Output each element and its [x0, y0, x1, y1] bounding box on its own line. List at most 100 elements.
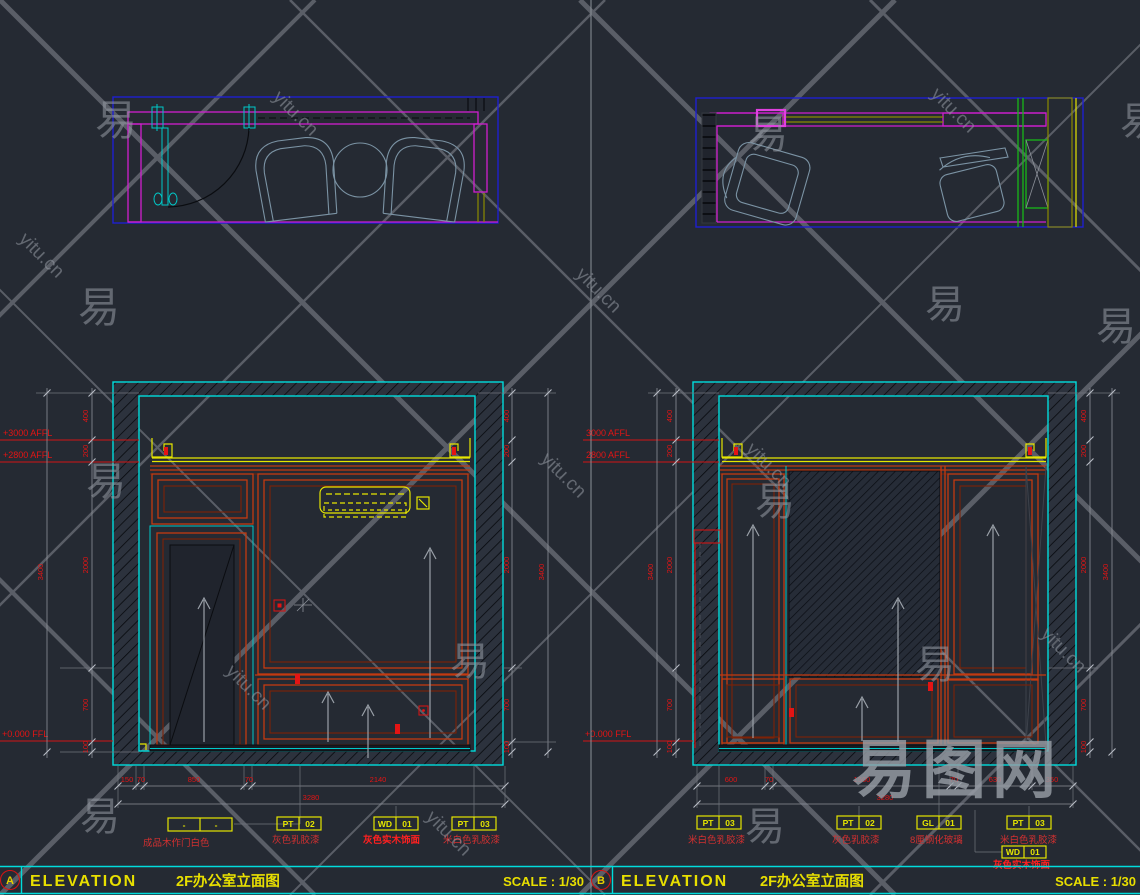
- svg-text:3400: 3400: [537, 564, 546, 581]
- svg-text:成品木作门白色: 成品木作门白色: [143, 837, 210, 849]
- svg-text:3400: 3400: [646, 564, 655, 581]
- svg-text:70: 70: [245, 775, 253, 784]
- drawing-title: 2F办公室立面图: [760, 872, 864, 890]
- tag-pt03-right: PT 03 米白色乳胶漆: [1000, 816, 1058, 846]
- svg-text:易: 易: [745, 805, 785, 849]
- level-2800: +2800 AFFL: [3, 450, 52, 460]
- svg-text:100: 100: [81, 741, 90, 754]
- tag-pt03: PT 03 米白色乳胶漆: [688, 816, 746, 846]
- level-3000: 3000 AFFL: [586, 428, 630, 438]
- drawing-title: 2F办公室立面图: [176, 872, 280, 890]
- svg-text:yitu.cn: yitu.cn: [926, 84, 980, 138]
- svg-text:WD: WD: [378, 819, 392, 829]
- svg-text:700: 700: [81, 699, 90, 712]
- svg-text:400: 400: [1079, 410, 1088, 423]
- svg-text:-: -: [215, 820, 218, 830]
- armchair-icon: [253, 135, 340, 223]
- tag-door: - - 成品木作门白色: [143, 818, 232, 849]
- tag-pt02: PT 02 灰色乳胶漆: [832, 816, 881, 846]
- door-frame-icon: [152, 104, 255, 131]
- svg-text:易: 易: [1096, 305, 1136, 349]
- svg-text:200: 200: [665, 445, 674, 458]
- svg-text:70: 70: [137, 775, 145, 784]
- svg-text:700: 700: [1079, 699, 1088, 712]
- svg-text:易: 易: [86, 460, 126, 504]
- cad-viewport: +3000 AFFL +2800 AFFL +0.000 FFL: [0, 0, 1140, 895]
- ac-unit-icon: [320, 487, 429, 517]
- armchair-icon: [380, 135, 467, 223]
- wm-site: yitu.cn: [268, 87, 322, 141]
- svg-text:2000: 2000: [502, 557, 511, 574]
- svg-text:易: 易: [78, 284, 120, 331]
- scale-label: SCALE : 1/30: [1055, 874, 1136, 889]
- svg-text:易: 易: [915, 643, 955, 687]
- wm-mark: 易: [95, 97, 137, 144]
- svg-text:02: 02: [305, 819, 315, 829]
- svg-text:3280: 3280: [303, 793, 320, 802]
- svg-text:2000: 2000: [665, 557, 674, 574]
- svg-text:易: 易: [748, 113, 788, 157]
- desk-edge-icon: [940, 148, 1008, 167]
- svg-text:易: 易: [450, 640, 490, 684]
- level-floor: +0.000 FFL: [585, 729, 631, 739]
- svg-text:米白色乳胶漆: 米白色乳胶漆: [688, 834, 746, 846]
- svg-text:700: 700: [665, 699, 674, 712]
- svg-text:易: 易: [1120, 100, 1140, 144]
- svg-text:灰色乳胶漆: 灰色乳胶漆: [272, 834, 320, 846]
- svg-text:01: 01: [945, 818, 955, 828]
- svg-text:150: 150: [121, 775, 134, 784]
- svg-text:400: 400: [81, 410, 90, 423]
- direction-arrow-icon: [987, 525, 999, 672]
- svg-text:200: 200: [502, 445, 511, 458]
- svg-text:PT: PT: [458, 819, 470, 829]
- section-letter: B: [597, 875, 605, 887]
- svg-text:-: -: [183, 820, 186, 830]
- svg-text:03: 03: [480, 819, 490, 829]
- transom-panel: [152, 474, 253, 524]
- tag-wd01: WD 01 灰色实木饰面: [363, 817, 421, 846]
- svg-text:GL: GL: [922, 818, 934, 828]
- svg-text:米白色乳胶漆: 米白色乳胶漆: [1000, 834, 1058, 846]
- svg-text:850: 850: [188, 775, 201, 784]
- level-2800: 2800 AFFL: [586, 450, 630, 460]
- svg-text:WD: WD: [1006, 847, 1020, 857]
- level-3000: +3000 AFFL: [3, 428, 52, 438]
- svg-text:8厘钢化玻璃: 8厘钢化玻璃: [910, 834, 963, 846]
- direction-arrow-icon: [424, 548, 436, 738]
- svg-text:700: 700: [502, 699, 511, 712]
- svg-text:400: 400: [665, 410, 674, 423]
- dim-chain-a-bottom: 150 70 850 70 2140 3280: [115, 766, 509, 808]
- ceiling-cove: [152, 438, 470, 462]
- svg-text:600: 600: [725, 775, 738, 784]
- door-elevation: [150, 526, 253, 748]
- svg-text:100: 100: [665, 741, 674, 754]
- svg-text:2000: 2000: [81, 557, 90, 574]
- svg-text:灰色实木饰面: 灰色实木饰面: [993, 859, 1051, 871]
- svg-text:PT: PT: [703, 818, 715, 828]
- svg-text:3400: 3400: [1101, 564, 1110, 581]
- x-brace: [1026, 466, 1046, 748]
- wall-panel-large: [258, 474, 468, 674]
- level-floor: +0.000 FFL: [2, 729, 48, 739]
- svg-text:yitu.cn: yitu.cn: [421, 807, 475, 861]
- svg-text:03: 03: [725, 818, 735, 828]
- elevation-label: ELEVATION: [621, 873, 728, 890]
- tag-gl01: GL 01 8厘钢化玻璃: [910, 816, 963, 846]
- direction-arrow-icon: [747, 525, 759, 738]
- cad-canvas: +3000 AFFL +2800 AFFL +0.000 FFL: [0, 0, 1140, 895]
- wm-brand: 易图网: [852, 734, 1062, 806]
- tag-pt02: PT 02 灰色乳胶漆: [272, 817, 321, 846]
- svg-text:易: 易: [80, 795, 120, 839]
- svg-text:PT: PT: [1013, 818, 1025, 828]
- svg-text:易: 易: [925, 283, 965, 327]
- svg-text:yitu.cn: yitu.cn: [536, 449, 590, 503]
- svg-text:灰色乳胶漆: 灰色乳胶漆: [832, 834, 880, 846]
- scale-label: SCALE : 1/30: [503, 874, 584, 889]
- wainscot-panel: [255, 675, 470, 745]
- svg-text:灰色实木饰面: 灰色实木饰面: [363, 834, 421, 846]
- section-letter: A: [6, 875, 14, 887]
- svg-text:200: 200: [81, 445, 90, 458]
- door-swing-arc: [168, 128, 249, 207]
- svg-text:02: 02: [865, 818, 875, 828]
- round-table-icon: [333, 143, 387, 197]
